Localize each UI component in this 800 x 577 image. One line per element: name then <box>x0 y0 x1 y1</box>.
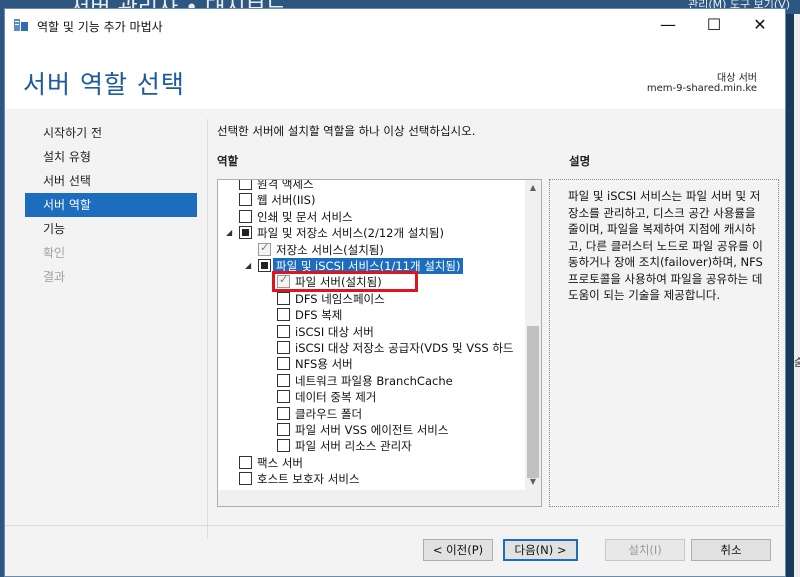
wizard-header: 서버 역할 선택 대상 서버 mem-9-shared.min.ke <box>5 41 785 109</box>
maximize-button[interactable]: ☐ <box>691 9 737 41</box>
nav-step-5[interactable]: 기능 <box>25 217 197 241</box>
close-button[interactable]: ✕ <box>737 9 783 41</box>
role-checkbox[interactable] <box>277 423 290 436</box>
nav-step-7: 결과 <box>43 270 66 284</box>
role-checkbox[interactable] <box>239 455 252 469</box>
role-checkbox[interactable] <box>258 259 271 272</box>
roles-horizontal-scrollbar[interactable] <box>218 490 526 506</box>
role-row[interactable]: iSCSI 대상 서버 <box>218 324 526 340</box>
expand-arrow-icon[interactable]: ◢ <box>245 260 255 272</box>
role-label: 네트워크 파일용 BranchCache <box>295 373 453 388</box>
roles-scroll-thumb[interactable] <box>527 326 539 478</box>
role-row[interactable]: 호스트 보호자 서비스 <box>218 471 526 487</box>
role-row[interactable]: 데이터 중복 제거 <box>218 389 526 405</box>
install-button[interactable]: 설치(I) <box>605 539 685 561</box>
role-label: 파일 서버 VSS 에이전트 서비스 <box>295 423 449 437</box>
role-checkbox[interactable] <box>277 439 290 453</box>
nav-step-3[interactable]: 서버 선택 <box>25 169 197 193</box>
scroll-down-arrow-icon[interactable]: ▼ <box>525 474 541 490</box>
role-row[interactable]: 저장소 서비스(설치됨) <box>218 241 526 258</box>
description-panel: 파일 및 iSCSI 서비스는 파일 서버 및 저장소를 관리하고, 디스크 공… <box>549 179 779 507</box>
wizard-step-nav: 시작하기 전 설치 유형 서버 선택 서버 역할 기능확인결과 <box>25 121 197 289</box>
role-label: 호스트 보호자 서비스 <box>257 472 360 487</box>
role-checkbox[interactable] <box>277 291 290 305</box>
role-row[interactable]: iSCSI 대상 저장소 공급자(VDS 및 VSS 하드 <box>218 340 526 356</box>
role-label: NFS용 서버 <box>295 357 353 372</box>
nav-step-6: 확인 <box>43 246 66 260</box>
wizard-titlebar: 역할 및 기능 추가 마법사 — ☐ ✕ <box>5 9 785 41</box>
role-label: 인쇄 및 문서 서비스 <box>257 209 353 224</box>
next-button[interactable]: 다음(N) > <box>503 539 578 561</box>
cancel-button[interactable]: 취소 <box>691 539 771 561</box>
server-manager-icon <box>14 19 28 31</box>
role-checkbox[interactable] <box>239 209 252 223</box>
role-row[interactable]: 파일 서버 VSS 에이전트 서비스 <box>218 422 526 438</box>
role-label: iSCSI 대상 저장소 공급자(VDS 및 VSS 하드 <box>295 341 514 355</box>
role-label: DFS 네임스페이스 <box>295 291 385 306</box>
roles-tree-content: 원격 액세스웹 서버(IIS) 인쇄 및 문서 서비스 ◢ 파일 및 저장소 서비스(… <box>218 180 526 506</box>
role-row[interactable]: 네트워크 파일용 BranchCache <box>218 373 526 389</box>
role-checkbox[interactable] <box>277 324 290 338</box>
minimize-button[interactable]: — <box>645 9 691 41</box>
role-label: 파일 서버 리소스 관리자 <box>295 439 412 454</box>
role-checkbox[interactable] <box>239 180 252 190</box>
role-checkbox[interactable] <box>277 373 290 387</box>
role-row[interactable]: NFS용 서버 <box>218 356 526 372</box>
role-checkbox[interactable] <box>277 341 290 354</box>
role-row[interactable]: 인쇄 및 문서 서비스 <box>218 209 526 225</box>
roles-heading: 역할 <box>217 154 239 168</box>
roles-tree[interactable]: 원격 액세스웹 서버(IIS) 인쇄 및 문서 서비스 ◢ 파일 및 저장소 서비스(… <box>217 179 542 507</box>
role-row[interactable]: 클라우드 폴더 <box>218 406 526 422</box>
role-label: iSCSI 대상 서버 <box>295 324 374 339</box>
nav-step-2[interactable]: 설치 유형 <box>25 145 197 169</box>
add-roles-wizard-window: 역할 및 기능 추가 마법사 — ☐ ✕ 서버 역할 선택 대상 서버 mem-… <box>4 8 786 577</box>
role-checkbox[interactable] <box>239 472 252 486</box>
role-checkbox[interactable] <box>239 193 252 207</box>
scroll-up-arrow-icon[interactable]: ▲ <box>525 180 541 196</box>
annotation-highlight-box <box>272 271 418 293</box>
instruction-text: 선택한 서버에 설치할 역할을 하나 이상 선택하십시오. <box>217 124 476 138</box>
role-row[interactable]: DFS 네임스페이스 <box>218 291 526 307</box>
role-label: 데이터 중복 제거 <box>295 390 377 405</box>
server-manager-side-text: 숨 <box>793 356 800 369</box>
role-row[interactable]: DFS 복제 <box>218 307 526 323</box>
role-checkbox[interactable] <box>277 308 290 322</box>
role-row[interactable]: 파일 서버 리소스 관리자 <box>218 438 526 454</box>
page-title: 서버 역할 선택 <box>23 70 185 99</box>
role-label: DFS 복제 <box>295 308 343 323</box>
role-label: 팩스 서버 <box>257 455 303 470</box>
nav-step-4[interactable]: 서버 역할 <box>25 193 197 217</box>
role-label: 파일 및 저장소 서비스(2/12개 설치됨) <box>257 226 444 241</box>
description-heading: 설명 <box>569 154 591 168</box>
roles-vertical-scrollbar[interactable]: ▲ ▼ <box>525 180 541 506</box>
destination-server-name: mem-9-shared.min.ke <box>646 83 757 94</box>
role-label: 원격 액세스 <box>257 180 314 191</box>
nav-step-1[interactable]: 시작하기 전 <box>25 121 197 145</box>
footer-divider <box>5 525 785 526</box>
role-checkbox[interactable] <box>239 226 252 240</box>
expand-arrow-icon[interactable]: ◢ <box>226 227 236 239</box>
role-row[interactable]: 웹 서버(IIS) <box>218 192 526 208</box>
server-manager-right-edge: 숨 <box>794 14 800 577</box>
destination-server-label: 대상 서버 <box>717 73 757 84</box>
role-checkbox[interactable] <box>277 390 290 404</box>
role-label: 저장소 서비스(설치됨) <box>276 242 384 257</box>
description-text: 파일 및 iSCSI 서비스는 파일 서버 및 저장소를 관리하고, 디스크 공… <box>568 189 763 302</box>
role-row[interactable]: 팩스 서버 <box>218 455 526 471</box>
role-row[interactable]: 원격 액세스 <box>218 180 526 192</box>
role-row[interactable]: ◢ 파일 및 저장소 서비스(2/12개 설치됨) <box>218 225 526 241</box>
nav-divider <box>207 119 208 539</box>
role-checkbox[interactable] <box>258 241 271 256</box>
window-title: 역할 및 기능 추가 마법사 <box>37 20 163 34</box>
previous-button[interactable]: < 이전(P) <box>423 539 493 561</box>
role-label: 클라우드 폴더 <box>295 406 363 421</box>
role-checkbox[interactable] <box>277 406 290 420</box>
role-checkbox[interactable] <box>277 357 290 371</box>
role-label: 웹 서버(IIS) <box>257 193 316 208</box>
